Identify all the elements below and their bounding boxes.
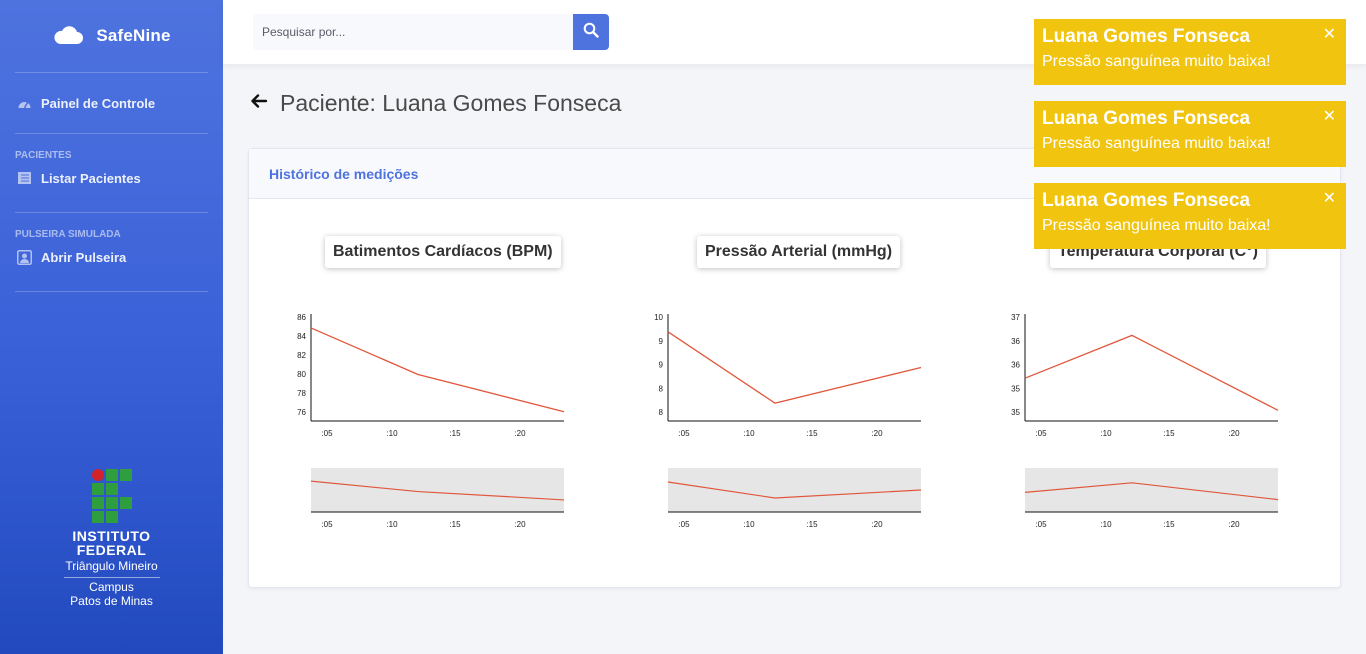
x-tick-label: :15 <box>449 429 461 438</box>
user-badge-icon <box>16 249 32 265</box>
y-tick-label: 86 <box>297 313 306 322</box>
navigator-tick-label: :15 <box>806 520 818 529</box>
logo-line-1: INSTITUTO <box>72 528 151 544</box>
navigator-background <box>668 468 921 512</box>
y-tick-label: 36 <box>1011 337 1020 346</box>
navigator-tick-label: :20 <box>871 520 883 529</box>
x-tick-label: :10 <box>743 429 755 438</box>
page-title: Paciente: Luana Gomes Fonseca <box>280 90 622 116</box>
institute-logo-mark <box>91 469 132 523</box>
sidebar-heading-bracelet: PULSEIRA SIMULADA <box>15 229 121 240</box>
alert-toast: Luana Gomes Fonseca Pressão sanguínea mu… <box>1034 101 1346 167</box>
toast-title: Luana Gomes Fonseca <box>1042 190 1251 211</box>
navigator-tick-label: :05 <box>1035 520 1047 529</box>
x-tick-label: :05 <box>1035 429 1047 438</box>
navigator-tick-label: :05 <box>678 520 690 529</box>
navigator-tick-label: :20 <box>1228 520 1240 529</box>
blood-pressure-chart: 10 9 9 8 8 :05 :10 :15 :20 :05 :10 :15 :20 <box>654 313 922 529</box>
y-tick-label: 8 <box>659 384 664 393</box>
sidebar-item-label: Painel de Controle <box>41 95 156 111</box>
card-title: Histórico de medições <box>269 165 419 182</box>
navigator-tick-label: :15 <box>1163 520 1175 529</box>
logo-line-2: FEDERAL <box>76 542 147 558</box>
y-tick-label: 78 <box>297 389 306 398</box>
close-icon[interactable]: ✕ <box>1323 106 1336 126</box>
y-tick-label: 35 <box>1011 384 1020 393</box>
alert-toast: Luana Gomes Fonseca Pressão sanguínea mu… <box>1034 19 1346 85</box>
y-tick-label: 35 <box>1011 408 1020 417</box>
series-line <box>667 331 922 404</box>
y-tick-label: 80 <box>297 370 306 379</box>
navigator-tick-label: :10 <box>1100 520 1112 529</box>
sidebar-item-list-patients[interactable]: Listar Pacientes <box>0 160 223 196</box>
x-tick-label: :20 <box>1228 429 1240 438</box>
logo-line-3: Triângulo Mineiro <box>65 559 158 573</box>
navigator-tick-label: :10 <box>386 520 398 529</box>
toast-title: Luana Gomes Fonseca <box>1042 108 1251 129</box>
y-tick-label: 9 <box>659 361 664 370</box>
toast-title: Luana Gomes Fonseca <box>1042 26 1251 47</box>
heart-rate-chart: 86 84 82 80 78 76 :05 :10 :15 :20 :05 :10 :15 :20 <box>297 313 565 529</box>
toast-message: Pressão sanguínea muito baixa! <box>1042 217 1271 234</box>
search-icon <box>583 22 599 43</box>
navigator-tick-label: :15 <box>449 520 461 529</box>
close-icon[interactable]: ✕ <box>1323 24 1336 44</box>
x-tick-label: :20 <box>871 429 883 438</box>
list-icon <box>16 172 32 184</box>
institute-logo: INSTITUTO FEDERAL Triângulo Mineiro Camp… <box>0 468 223 608</box>
navigator-tick-label: :10 <box>743 520 755 529</box>
brand-name: SafeNine <box>96 26 171 45</box>
logo-divider <box>63 577 160 578</box>
x-tick-label: :05 <box>321 429 333 438</box>
y-tick-label: 82 <box>297 351 306 360</box>
page-heading: Paciente: Luana Gomes Fonseca <box>250 90 621 117</box>
toast-message: Pressão sanguínea muito baixa! <box>1042 53 1271 70</box>
series-line <box>1024 334 1279 411</box>
sidebar-item-label: Listar Pacientes <box>41 170 141 186</box>
brand[interactable]: SafeNine <box>0 0 223 72</box>
navigator-tick-label: :20 <box>514 520 526 529</box>
logo-line-4: Campus <box>89 580 134 594</box>
temperature-chart: 37 36 36 35 35 :05 :10 :15 :20 :05 :10 :15 :20 <box>1011 313 1279 529</box>
chart-title-blood-pressure: Pressão Arterial (mmHg) <box>697 236 901 268</box>
close-icon[interactable]: ✕ <box>1323 188 1336 208</box>
alert-toast: Luana Gomes Fonseca Pressão sanguínea mu… <box>1034 183 1346 249</box>
y-tick-label: 36 <box>1011 361 1020 370</box>
sidebar-divider <box>15 291 208 292</box>
y-tick-label: 84 <box>297 332 306 341</box>
x-tick-label: :10 <box>1100 429 1112 438</box>
search-input[interactable] <box>253 14 573 50</box>
gauge-icon <box>16 98 32 109</box>
sidebar-item-dashboard[interactable]: Painel de Controle <box>0 73 223 133</box>
search-bar <box>253 14 609 50</box>
logo-line-5: Patos de Minas <box>70 594 153 608</box>
chart-title-heart-rate: Batimentos Cardíacos (BPM) <box>325 236 561 268</box>
navigator-background <box>1025 468 1278 512</box>
sidebar: SafeNine Painel de Controle PACIENTES Li… <box>0 0 223 654</box>
cloud-icon <box>52 23 84 50</box>
x-tick-label: :15 <box>1163 429 1175 438</box>
series-line <box>310 327 565 413</box>
y-tick-label: 76 <box>297 408 306 417</box>
x-tick-label: :05 <box>678 429 690 438</box>
y-tick-label: 37 <box>1011 313 1020 322</box>
y-tick-label: 10 <box>654 313 663 322</box>
x-tick-label: :15 <box>806 429 818 438</box>
search-button[interactable] <box>573 14 609 50</box>
sidebar-item-label: Abrir Pulseira <box>41 249 127 265</box>
x-tick-label: :10 <box>386 429 398 438</box>
y-tick-label: 8 <box>659 408 664 417</box>
navigator-background <box>311 468 564 512</box>
sidebar-heading-patients: PACIENTES <box>15 150 72 161</box>
x-tick-label: :20 <box>514 429 526 438</box>
toast-message: Pressão sanguínea muito baixa! <box>1042 135 1271 152</box>
y-tick-label: 9 <box>659 337 664 346</box>
arrow-left-icon[interactable] <box>250 93 268 114</box>
navigator-tick-label: :05 <box>321 520 333 529</box>
sidebar-item-open-bracelet[interactable]: Abrir Pulseira <box>0 239 223 275</box>
